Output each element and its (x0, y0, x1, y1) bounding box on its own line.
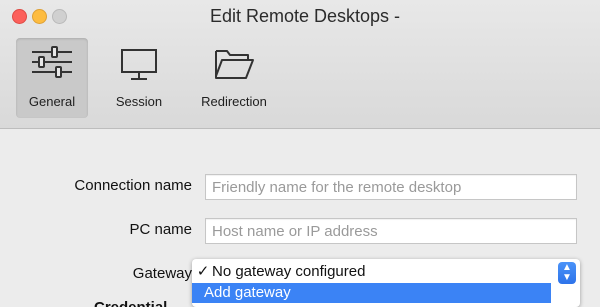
gateway-dropdown-menu[interactable]: ✓ No gateway configured Add gateway ▲ ▼ (192, 259, 580, 307)
pc-name-label: PC name (129, 221, 192, 238)
tab-session[interactable]: Session (104, 38, 174, 118)
pc-name-field[interactable] (205, 218, 577, 244)
tab-redirection-label: Redirection (201, 94, 267, 109)
tab-general[interactable]: General (16, 38, 88, 118)
credentials-label: Credential (94, 299, 167, 307)
gateway-option-add[interactable]: Add gateway (192, 283, 551, 303)
gateway-option-none[interactable]: ✓ No gateway configured (192, 262, 552, 282)
general-form: Connection name PC name Gateway Credenti… (0, 129, 600, 307)
gateway-option-add-label: Add gateway (204, 284, 291, 301)
monitor-icon (121, 49, 157, 80)
checkmark-icon: ✓ (196, 263, 210, 280)
sliders-icon (32, 46, 72, 78)
updown-chevron-icon[interactable]: ▲ ▼ (558, 262, 576, 284)
edit-remote-desktops-window: General Session Redirection Edit Remote … (0, 0, 600, 307)
connection-name-label: Connection name (74, 177, 192, 194)
title-bar: Edit Remote Desktops - (0, 0, 600, 34)
gateway-label: Gateway (132, 265, 192, 282)
tab-general-label: General (28, 94, 76, 109)
tab-redirection[interactable]: Redirection (186, 38, 282, 118)
gateway-option-none-label: No gateway configured (212, 263, 366, 280)
connection-name-field[interactable] (205, 174, 577, 200)
tab-session-label: Session (115, 94, 163, 109)
window-title: Edit Remote Desktops - (209, 6, 401, 26)
folder-icon (215, 50, 254, 79)
